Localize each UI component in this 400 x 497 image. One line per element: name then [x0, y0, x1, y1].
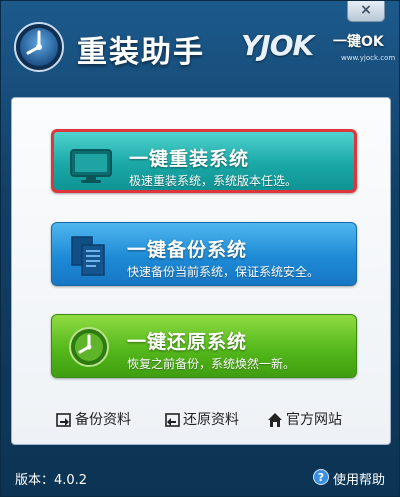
action-description: 快速备份当前系统，保证系统安全。 — [127, 265, 320, 279]
action-description: 恢复之前备份，系统焕然一新。 — [127, 357, 296, 371]
main-panel: 一键重装系统 极速重装系统，系统版本任选。 一键备份系统 快速备份当前系统，保证… — [11, 97, 391, 445]
one-click-restore-button[interactable]: 一键还原系统 恢复之前备份，系统焕然一新。 — [51, 314, 357, 378]
documents-icon — [71, 236, 105, 276]
clock-icon — [69, 327, 109, 367]
one-click-backup-button[interactable]: 一键备份系统 快速备份当前系统，保证系统安全。 — [51, 222, 357, 286]
monitor-icon — [70, 149, 112, 183]
clock-logo-icon — [14, 22, 64, 72]
help-link[interactable]: ? 使用帮助 — [313, 468, 393, 488]
main-window: × 重装助手 YJOK 一键OK www.yjock.com 一键重装系统 极速… — [0, 0, 400, 497]
help-label: 使用帮助 — [333, 473, 386, 488]
action-title: 一键重装系统 — [129, 148, 250, 170]
link-label: 官方网站 — [286, 412, 342, 428]
close-button[interactable]: × — [347, 1, 385, 22]
one-click-reinstall-button[interactable]: 一键重装系统 极速重装系统，系统版本任选。 — [51, 129, 357, 193]
brand-text: YJOK — [241, 29, 314, 62]
action-title: 一键备份系统 — [127, 239, 248, 261]
bottom-links: 备份资料 还原资料 官方网站 — [12, 410, 390, 432]
restore-icon — [165, 413, 180, 427]
backup-data-link[interactable]: 备份资料 — [56, 410, 146, 430]
action-description: 极速重装系统，系统版本任选。 — [129, 174, 298, 188]
version-label: 版本：4.0.2 — [15, 473, 88, 488]
app-title: 重装助手 — [77, 35, 205, 70]
restore-data-link[interactable]: 还原资料 — [164, 410, 254, 430]
brand-tagline: 一键OK — [333, 34, 384, 50]
link-label: 还原资料 — [183, 412, 239, 428]
action-title: 一键还原系统 — [127, 331, 248, 353]
brand-logo: YJOK 一键OK www.yjock.com — [241, 29, 395, 69]
svg-text:?: ? — [318, 471, 324, 484]
link-label: 备份资料 — [75, 412, 131, 428]
backup-icon — [56, 413, 71, 427]
home-icon — [268, 413, 282, 427]
official-site-link[interactable]: 官方网站 — [267, 410, 367, 430]
brand-url: www.yjock.com — [341, 54, 396, 62]
help-icon: ? — [313, 469, 329, 485]
